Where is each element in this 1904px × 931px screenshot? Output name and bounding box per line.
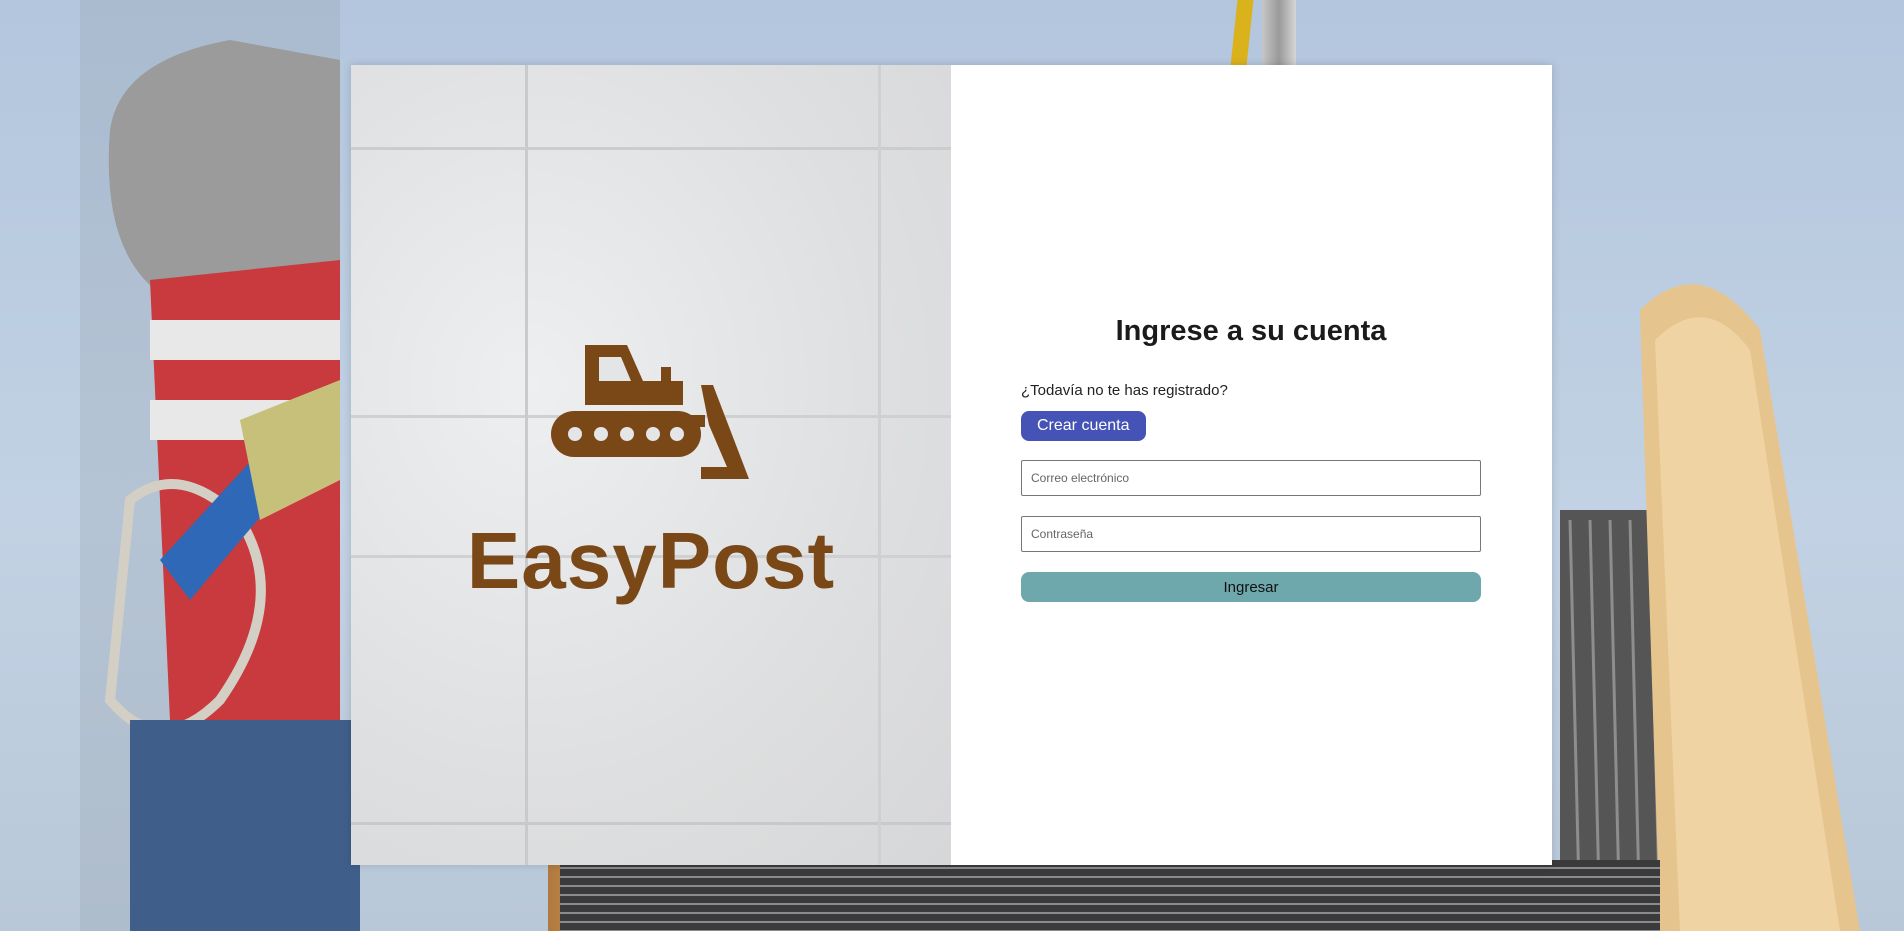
page-title: Ingrese a su cuenta bbox=[1115, 315, 1387, 347]
login-panel: Ingrese a su cuenta ¿Todavía no te has r… bbox=[951, 65, 1552, 865]
crane-arm bbox=[1230, 0, 1254, 66]
create-account-button[interactable]: Crear cuenta bbox=[1021, 411, 1146, 441]
pole bbox=[1262, 0, 1296, 70]
cable-bundle bbox=[560, 860, 1660, 931]
cable-spool bbox=[1560, 284, 1860, 931]
password-field[interactable] bbox=[1021, 516, 1481, 552]
login-card: EasyPost Ingrese a su cuenta ¿Todavía no… bbox=[351, 65, 1552, 865]
logo: EasyPost bbox=[351, 345, 951, 601]
email-field[interactable] bbox=[1021, 460, 1481, 496]
worker-illustration bbox=[80, 0, 360, 931]
register-prompt: ¿Todavía no te has registrado? bbox=[1021, 382, 1228, 399]
bulldozer-icon bbox=[551, 345, 749, 479]
login-form: Ingrese a su cuenta ¿Todavía no te has r… bbox=[1021, 315, 1481, 602]
brand-panel: EasyPost bbox=[351, 65, 951, 865]
login-button[interactable]: Ingresar bbox=[1021, 572, 1481, 602]
brand-name: EasyPost bbox=[466, 516, 836, 605]
